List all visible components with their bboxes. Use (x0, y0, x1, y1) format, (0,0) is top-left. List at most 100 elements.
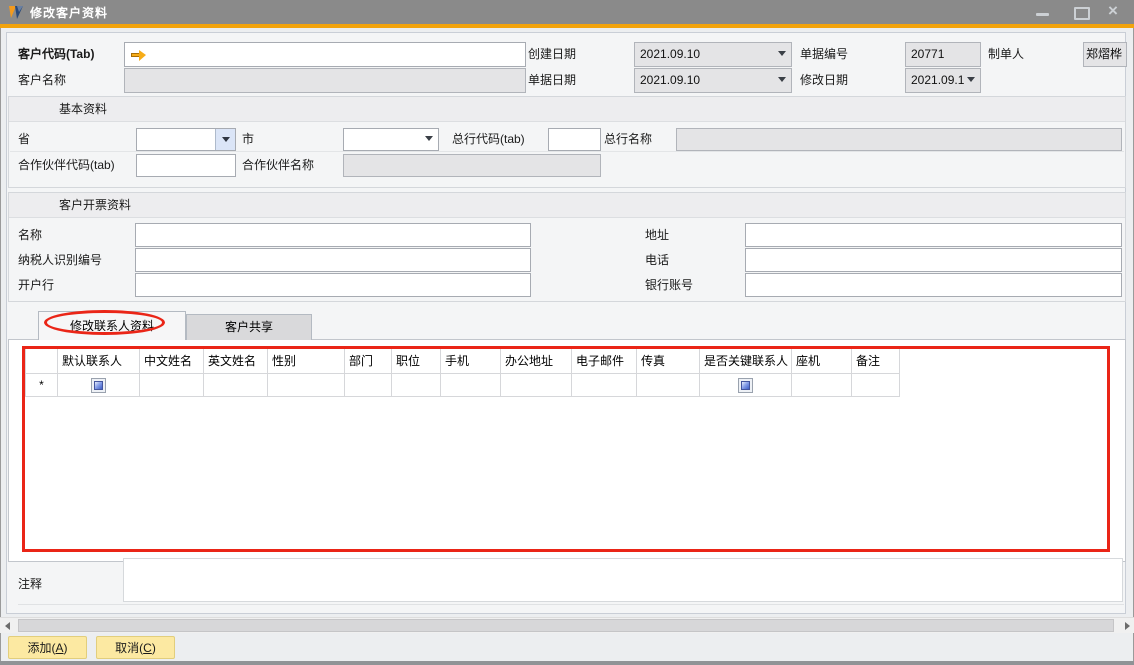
table-cell[interactable] (140, 374, 204, 397)
column-header[interactable]: 性别 (268, 349, 345, 374)
create-date-label: 创建日期 (528, 42, 576, 67)
new-contact-row: * (25, 374, 900, 397)
title-bar: 修改客户资料 × (0, 0, 1134, 24)
notes-divider (18, 604, 1124, 605)
table-cell[interactable] (792, 374, 852, 397)
doc-no-label: 单据编号 (800, 42, 848, 67)
customer-name-field (124, 68, 526, 93)
close-button[interactable]: × (1106, 3, 1128, 21)
head-bank-code-label: 总行代码(tab) (452, 127, 525, 152)
app-logo-icon (8, 5, 25, 20)
chevron-down-icon (778, 51, 786, 56)
maker-field: 郑熠桦 (1083, 42, 1127, 67)
bank-account-label: 银行账号 (645, 273, 693, 298)
taxpayer-id-input[interactable] (135, 248, 531, 272)
notes-input[interactable] (123, 558, 1123, 602)
doc-date-label: 单据日期 (528, 68, 576, 93)
create-date-value: 2021.09.10 (640, 47, 700, 61)
window-title: 修改客户资料 (30, 4, 108, 21)
table-cell[interactable] (441, 374, 501, 397)
column-header[interactable]: 备注 (852, 349, 900, 374)
table-cell[interactable] (345, 374, 392, 397)
partner-name-label: 合作伙伴名称 (242, 153, 314, 178)
new-row-indicator[interactable]: * (25, 374, 58, 397)
phone-input[interactable] (745, 248, 1122, 272)
customer-name-label: 客户名称 (18, 68, 66, 93)
close-icon: × (1108, 1, 1118, 21)
column-header[interactable]: 办公地址 (501, 349, 572, 374)
doc-date-dropdown[interactable]: 2021.09.10 (634, 68, 792, 93)
column-header[interactable]: 电子邮件 (572, 349, 637, 374)
go-arrow-icon (131, 50, 146, 61)
chevron-down-icon (222, 137, 230, 142)
grid-header-row: 默认联系人中文姓名英文姓名性别部门职位手机办公地址电子邮件传真是否关键联系人座机… (25, 349, 900, 374)
chevron-down-icon (778, 77, 786, 82)
partner-code-label: 合作伙伴代码(tab) (18, 153, 115, 178)
address-label: 地址 (645, 223, 669, 248)
tab-modify-contacts[interactable]: 修改联系人资料 (38, 311, 186, 340)
row-divider (10, 151, 1124, 152)
scroll-left-icon[interactable] (5, 622, 10, 630)
invoice-name-label: 名称 (18, 223, 42, 248)
table-cell[interactable] (637, 374, 700, 397)
partner-name-field (343, 154, 601, 177)
taxpayer-id-label: 纳税人识别编号 (18, 248, 102, 273)
table-cell[interactable] (852, 374, 900, 397)
table-cell[interactable] (392, 374, 441, 397)
scroll-right-icon[interactable] (1125, 622, 1130, 630)
table-cell[interactable] (204, 374, 268, 397)
table-cell[interactable] (501, 374, 572, 397)
chevron-down-icon (967, 77, 975, 82)
address-input[interactable] (745, 223, 1122, 247)
customer-code-input[interactable] (124, 42, 526, 67)
head-bank-name-field (676, 128, 1122, 151)
tab-customer-share[interactable]: 客户共享 (186, 314, 312, 340)
accent-line (0, 24, 1134, 28)
invoice-info-header: 客户开票资料 (9, 193, 1125, 218)
column-header[interactable]: 部门 (345, 349, 392, 374)
add-button[interactable]: 添加(A) (8, 636, 87, 659)
dialog-modify-customer: 修改客户资料 × 客户代码(Tab) 创建日期 2021.09.10 单据编号 … (0, 0, 1134, 665)
city-label: 市 (242, 127, 254, 152)
scrollbar-thumb[interactable] (18, 619, 1114, 632)
province-dropdown[interactable] (136, 128, 236, 151)
cancel-button[interactable]: 取消(C) (96, 636, 175, 659)
create-date-dropdown[interactable]: 2021.09.10 (634, 42, 792, 67)
column-header[interactable]: 职位 (392, 349, 441, 374)
doc-date-value: 2021.09.10 (640, 73, 700, 87)
modify-date-dropdown[interactable]: 2021.09.1 (905, 68, 981, 93)
window-bottom-edge (0, 661, 1134, 665)
maker-label: 制单人 (988, 42, 1024, 67)
invoice-name-input[interactable] (135, 223, 531, 247)
modify-date-value: 2021.09.1 (911, 73, 964, 87)
column-header[interactable]: 传真 (637, 349, 700, 374)
checkbox[interactable] (738, 378, 753, 393)
table-cell[interactable] (268, 374, 345, 397)
minimize-button[interactable] (1032, 3, 1054, 21)
column-header[interactable]: 英文姓名 (204, 349, 268, 374)
basic-info-header: 基本资料 (9, 97, 1125, 122)
row-selector-header[interactable] (25, 349, 58, 374)
modify-date-label: 修改日期 (800, 68, 848, 93)
basic-info-title: 基本资料 (59, 97, 107, 121)
column-header[interactable]: 默认联系人 (58, 349, 140, 374)
invoice-info-title: 客户开票资料 (59, 193, 131, 217)
maximize-button[interactable] (1070, 3, 1092, 21)
column-header[interactable]: 手机 (441, 349, 501, 374)
column-header[interactable]: 座机 (792, 349, 852, 374)
bank-input[interactable] (135, 273, 531, 297)
column-header[interactable]: 中文姓名 (140, 349, 204, 374)
checkbox[interactable] (91, 378, 106, 393)
table-cell[interactable] (58, 374, 140, 397)
column-header[interactable]: 是否关键联系人 (700, 349, 792, 374)
bank-account-input[interactable] (745, 273, 1122, 297)
phone-label: 电话 (645, 248, 669, 273)
bank-label: 开户行 (18, 273, 54, 298)
city-dropdown[interactable] (343, 128, 439, 151)
partner-code-input[interactable] (136, 154, 236, 177)
table-cell[interactable] (572, 374, 637, 397)
horizontal-scrollbar[interactable] (0, 617, 1134, 633)
table-cell[interactable] (700, 374, 792, 397)
dropdown-button[interactable] (215, 129, 235, 150)
head-bank-code-input[interactable] (548, 128, 601, 151)
